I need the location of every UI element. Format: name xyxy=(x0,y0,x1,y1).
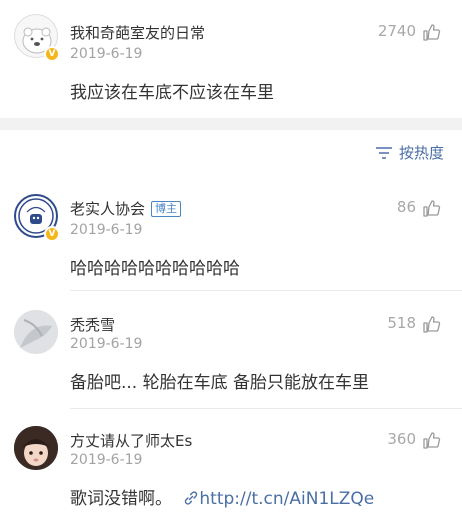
username-text: 老实人协会 xyxy=(70,200,146,218)
profile-photo-icon xyxy=(14,310,58,354)
username[interactable]: 老实人协会 博主 xyxy=(70,198,182,219)
list-item: 方丈请从了师太Es 2019-6-19 歌词没错啊。 http://t.cn/A… xyxy=(0,412,462,515)
short-link[interactable]: http://t.cn/AiN1LZQe xyxy=(199,489,374,509)
divider xyxy=(70,408,462,409)
avatar[interactable] xyxy=(14,310,58,354)
like-count: 2740 xyxy=(377,22,416,40)
thumb-up-icon[interactable] xyxy=(422,314,442,334)
verified-badge-icon: V xyxy=(44,226,60,242)
section-divider xyxy=(0,118,462,130)
like-count: 518 xyxy=(387,314,416,332)
like-count: 360 xyxy=(387,430,416,448)
link-icon xyxy=(185,491,198,505)
list-item: V 老实人协会 博主 2019-6-19 哈哈哈哈哈哈哈哈哈哈 86 xyxy=(0,180,462,290)
comment-text: 备胎吧... 轮胎在车底 备胎只能放在车里 xyxy=(70,373,370,393)
comment-date: 2019-6-19 xyxy=(70,222,143,238)
comment-date: 2019-6-19 xyxy=(70,46,143,62)
comment-text-prefix: 歌词没错啊。 xyxy=(70,489,172,509)
username[interactable]: 秃秃雪 xyxy=(70,314,115,335)
sort-label: 按热度 xyxy=(398,144,444,162)
child-photo-icon xyxy=(14,426,58,470)
thumb-up-icon[interactable] xyxy=(422,22,442,42)
comment-text: 哈哈哈哈哈哈哈哈哈哈 xyxy=(70,259,240,279)
username[interactable]: 方丈请从了师太Es xyxy=(70,430,192,451)
sort-by-hot-button[interactable]: 按热度 xyxy=(375,142,444,163)
divider xyxy=(70,290,462,291)
username[interactable]: 我和奇葩室友的日常 xyxy=(70,22,205,43)
comment-date: 2019-6-19 xyxy=(70,452,143,468)
top-comment: V 我和奇葩室友的日常 2019-6-19 我应该在车底不应该在车里 2740 xyxy=(0,0,462,118)
sort-lines-icon xyxy=(375,146,392,159)
comment-text: 我应该在车底不应该在车里 xyxy=(70,83,274,103)
like-count: 86 xyxy=(396,198,416,216)
thumb-up-icon[interactable] xyxy=(422,198,442,218)
thumb-up-icon[interactable] xyxy=(422,430,442,450)
verified-badge-icon: V xyxy=(44,46,60,62)
list-item: 秃秃雪 2019-6-19 备胎吧... 轮胎在车底 备胎只能放在车里 518 xyxy=(0,296,462,408)
comment-text: 歌词没错啊。 http://t.cn/AiN1LZQe xyxy=(70,484,374,509)
avatar[interactable] xyxy=(14,426,58,470)
author-tag: 博主 xyxy=(151,201,182,217)
comment-date: 2019-6-19 xyxy=(70,336,143,352)
